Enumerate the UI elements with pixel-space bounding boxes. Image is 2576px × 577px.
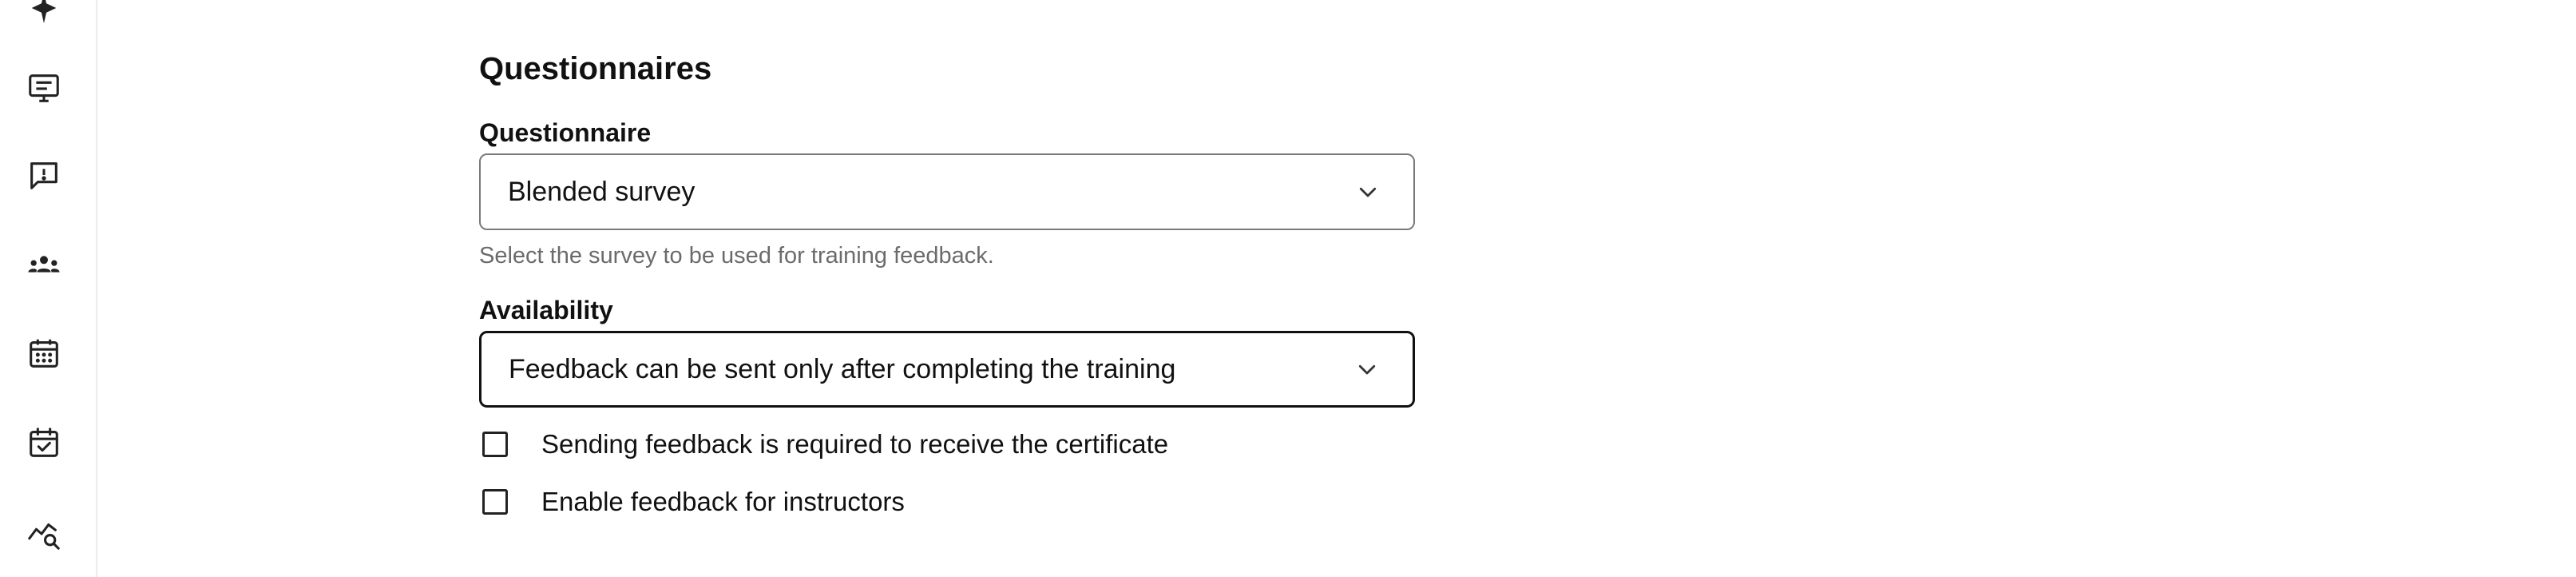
availability-label: Availability [479, 296, 613, 324]
group-users-icon [28, 256, 60, 273]
calendar-icon [30, 339, 58, 368]
questionnaire-select-value: Blended survey [508, 177, 696, 207]
certificate-required-label: Sending feedback is required to receive … [541, 429, 1169, 459]
certificate-required-checkbox-row[interactable]: Sending feedback is required to receive … [482, 428, 1168, 460]
questionnaire-helper-text: Select the survey to be used for trainin… [479, 243, 994, 269]
sparkle-icon [31, 0, 57, 24]
availability-select[interactable]: Feedback can be sent only after completi… [479, 331, 1415, 408]
chevron-down-icon [1354, 178, 1381, 205]
sidebar-item-calendar-check[interactable] [22, 420, 66, 465]
feedback-alert-icon [30, 162, 57, 189]
sidebar-item-feedback[interactable] [22, 153, 66, 198]
sidebar-item-analytics[interactable] [22, 511, 66, 556]
app-window: Questionnaires Questionnaire Blended sur… [0, 0, 2576, 577]
sidebar-item-sparkle[interactable] [22, 0, 66, 30]
sidebar-item-calendar[interactable] [22, 331, 66, 376]
instructor-feedback-checkbox[interactable] [482, 489, 508, 515]
questionnaire-label: Questionnaire [479, 118, 652, 147]
availability-select-value: Feedback can be sent only after completi… [509, 354, 1176, 384]
sidebar-item-presentations[interactable] [22, 66, 66, 110]
section-title: Questionnaires [479, 51, 712, 86]
sidebar-rail [0, 0, 97, 577]
calendar-check-icon [30, 428, 58, 457]
certificate-required-checkbox[interactable] [482, 432, 508, 457]
chevron-down-icon [1353, 356, 1381, 383]
instructor-feedback-label: Enable feedback for instructors [541, 487, 905, 516]
instructor-feedback-checkbox-row[interactable]: Enable feedback for instructors [482, 486, 905, 518]
sidebar-item-groups[interactable] [22, 243, 66, 288]
questionnaire-select[interactable]: Blended survey [479, 153, 1415, 230]
presentation-list-icon [29, 74, 59, 102]
analytics-search-icon [28, 523, 60, 550]
